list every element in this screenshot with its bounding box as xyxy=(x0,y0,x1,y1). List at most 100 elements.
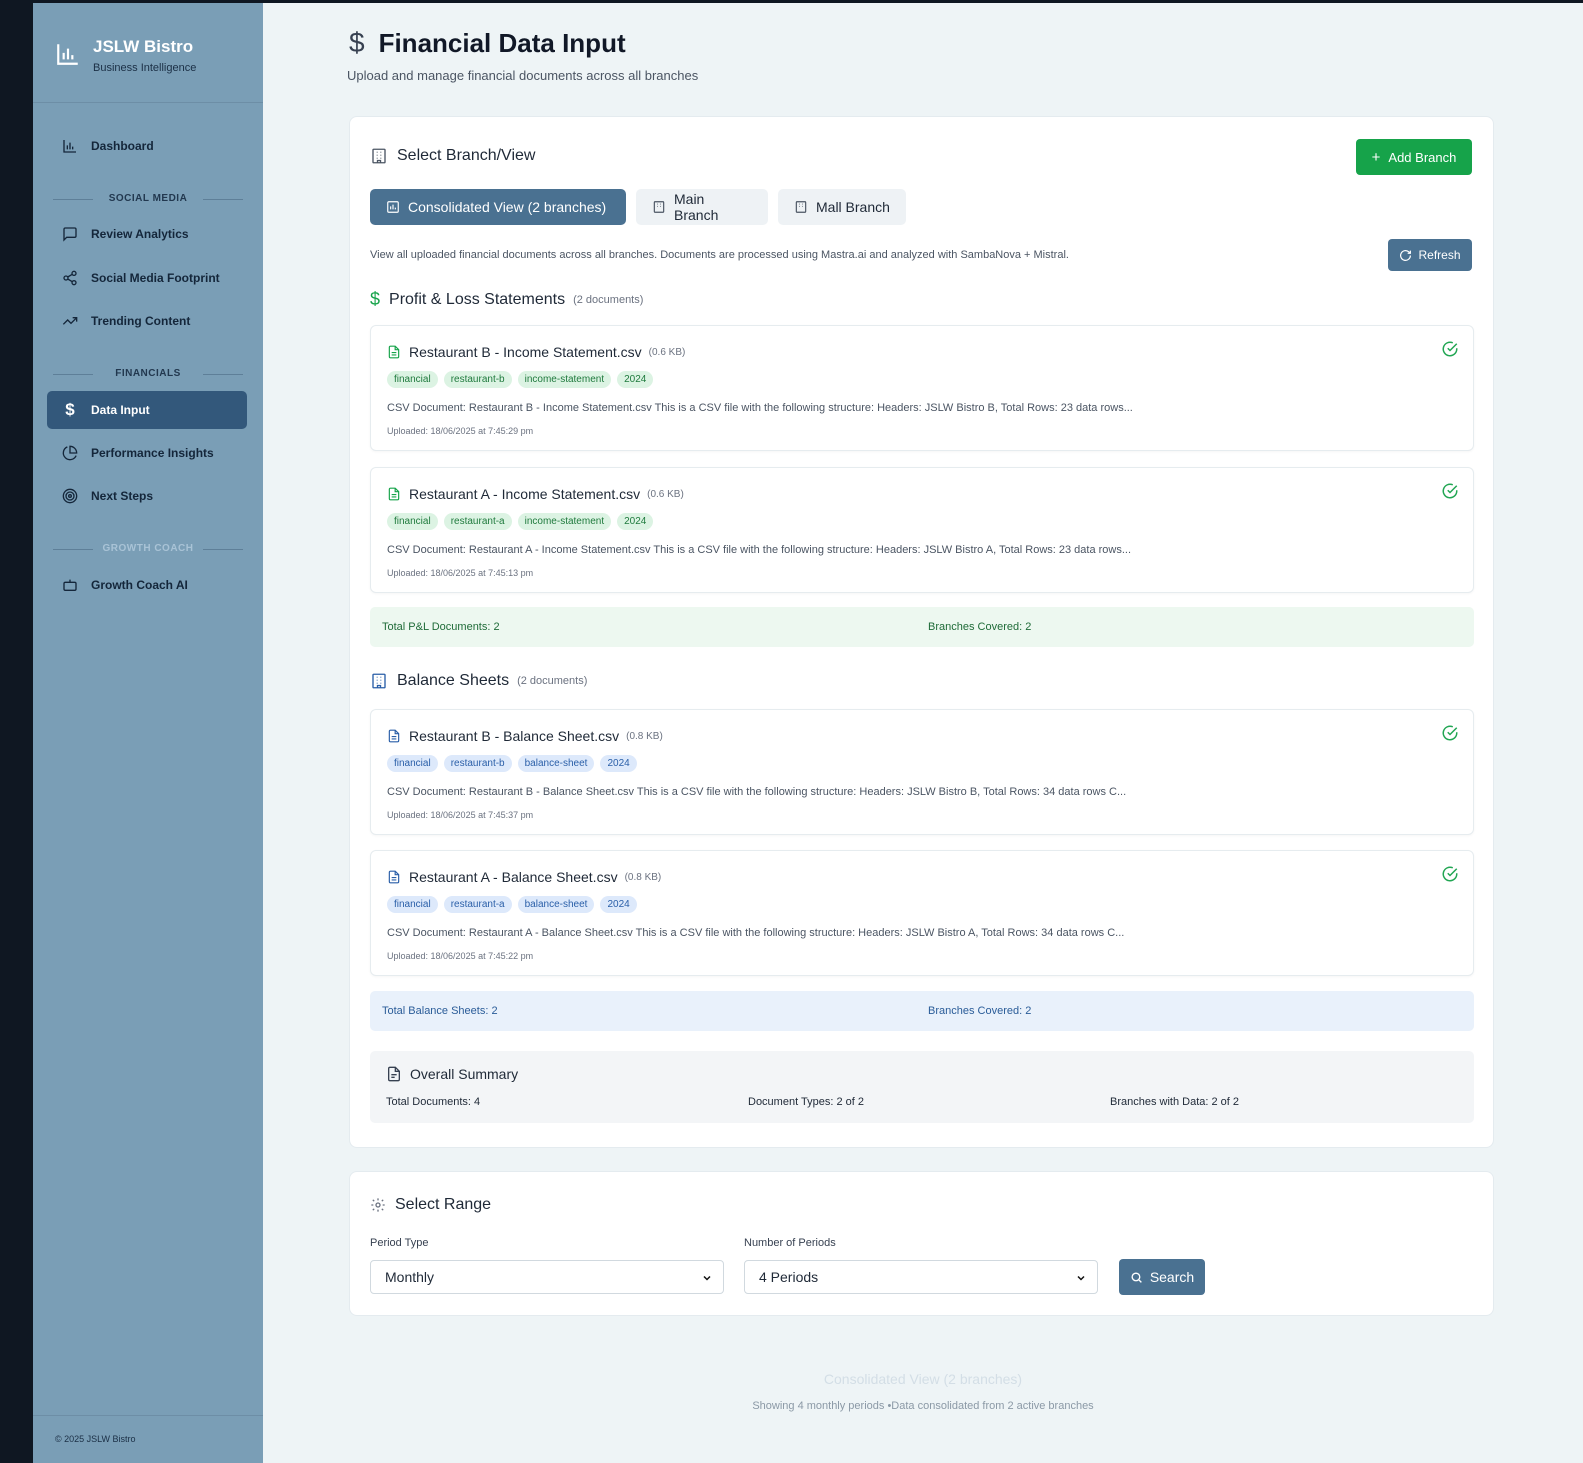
file-icon xyxy=(387,487,401,501)
tag: 2024 xyxy=(617,371,654,388)
tab-label: Main Branch xyxy=(674,191,719,223)
sidebar-item-social-footprint[interactable]: Social Media Footprint xyxy=(47,259,247,297)
pl-summary-bar: Total P&L Documents: 2 Branches Covered:… xyxy=(370,607,1474,647)
document-description: CSV Document: Restaurant A - Income Stat… xyxy=(387,544,1132,556)
bs-heading-text: Balance Sheets xyxy=(397,672,510,689)
brand-title: JSLW Bistro xyxy=(93,37,194,56)
sidebar-item-label: Trending Content xyxy=(91,314,191,328)
bar-chart-square-icon xyxy=(386,200,400,214)
bs-total: Total Balance Sheets: 2 xyxy=(382,1005,498,1017)
document-title: Restaurant A - Income Statement.csv (0.6… xyxy=(387,486,684,502)
message-square-icon xyxy=(61,225,79,243)
file-icon xyxy=(387,345,401,359)
document-upload-date: Uploaded: 18/06/2025 at 7:45:13 pm xyxy=(387,568,534,578)
document-upload-date: Uploaded: 18/06/2025 at 7:45:37 pm xyxy=(387,810,534,820)
add-branch-button[interactable]: + Add Branch xyxy=(1356,139,1472,175)
refresh-icon xyxy=(1399,249,1412,262)
overall-total-docs: Total Documents: 4 xyxy=(386,1096,481,1108)
branch-heading-text: Select Branch/View xyxy=(397,147,536,164)
search-icon xyxy=(1130,1271,1143,1284)
pl-branches: Branches Covered: 2 xyxy=(928,621,1032,633)
document-card[interactable]: Restaurant B - Balance Sheet.csv (0.8 KB… xyxy=(370,709,1474,835)
tag: balance-sheet xyxy=(517,755,595,772)
trending-up-icon xyxy=(61,312,79,330)
overall-summary-heading: Overall Summary xyxy=(386,1066,518,1082)
tab-mall-branch[interactable]: Mall Branch xyxy=(778,189,906,225)
chevron-down-icon xyxy=(701,1271,713,1287)
tab-consolidated-view[interactable]: Consolidated View (2 branches) xyxy=(370,189,626,225)
document-name: Restaurant B - Income Statement.csv xyxy=(409,344,642,360)
tag: income-statement xyxy=(517,513,612,530)
document-title: Restaurant B - Balance Sheet.csv (0.8 KB… xyxy=(387,728,663,744)
chevron-down-icon xyxy=(1075,1271,1087,1287)
file-icon xyxy=(387,870,401,884)
dollar-icon: $ xyxy=(65,400,75,419)
sidebar-item-label: Dashboard xyxy=(91,139,154,153)
document-title: Restaurant A - Balance Sheet.csv (0.8 KB… xyxy=(387,869,661,885)
tag: restaurant-b xyxy=(443,371,512,388)
tag: financial xyxy=(387,755,438,772)
tab-main-branch[interactable]: Main Branch xyxy=(636,189,768,225)
sidebar-item-label: Growth Coach AI xyxy=(91,578,188,592)
sidebar-item-label: Data Input xyxy=(91,403,150,417)
document-title: Restaurant B - Income Statement.csv (0.6… xyxy=(387,344,685,360)
sidebar-item-label: Performance Insights xyxy=(91,446,214,460)
num-periods-label: Number of Periods xyxy=(744,1237,836,1249)
target-icon xyxy=(61,487,79,505)
tag: 2024 xyxy=(600,755,637,772)
sidebar-item-growth-coach[interactable]: Growth Coach AI xyxy=(47,566,247,604)
building-icon xyxy=(794,200,808,214)
footer-description: Showing 4 monthly periods •Data consolid… xyxy=(752,1400,1094,1412)
range-heading-text: Select Range xyxy=(395,1196,492,1213)
num-periods-select[interactable]: 4 Periods xyxy=(744,1260,1098,1294)
document-name: Restaurant B - Balance Sheet.csv xyxy=(409,728,620,744)
sidebar-item-data-input[interactable]: $ Data Input xyxy=(47,391,247,429)
bar-chart-icon xyxy=(57,44,78,65)
sidebar-item-dashboard[interactable]: Dashboard xyxy=(47,127,247,165)
tag: financial xyxy=(387,896,438,913)
check-circle-icon xyxy=(1441,482,1459,505)
dollar-icon: $ xyxy=(370,289,381,309)
bs-branches: Branches Covered: 2 xyxy=(928,1005,1032,1017)
check-circle-icon xyxy=(1441,340,1459,363)
document-name: Restaurant A - Balance Sheet.csv xyxy=(409,869,618,885)
sidebar-item-next-steps[interactable]: Next Steps xyxy=(47,477,247,515)
sidebar-item-review-analytics[interactable]: Review Analytics xyxy=(47,215,247,253)
pl-heading-text: Profit & Loss Statements xyxy=(389,290,566,308)
bot-icon xyxy=(61,576,79,594)
document-name: Restaurant A - Income Statement.csv xyxy=(409,486,641,502)
gear-icon xyxy=(370,1197,386,1213)
pie-chart-icon xyxy=(61,444,79,462)
check-circle-icon xyxy=(1441,865,1459,888)
search-button[interactable]: Search xyxy=(1119,1259,1205,1295)
tag-list: financial restaurant-a balance-sheet 202… xyxy=(387,896,637,913)
refresh-button[interactable]: Refresh xyxy=(1388,239,1472,271)
building-icon xyxy=(652,200,666,214)
main-content: $ Financial Data Input Upload and manage… xyxy=(263,3,1583,1463)
brand-subtitle: Business Intelligence xyxy=(93,62,197,74)
sidebar-item-label: Review Analytics xyxy=(91,227,189,241)
page-subtitle: Upload and manage financial documents ac… xyxy=(347,68,699,83)
overall-summary-title: Overall Summary xyxy=(410,1066,519,1082)
document-description: CSV Document: Restaurant B - Balance She… xyxy=(387,786,1127,798)
period-type-select[interactable]: Monthly xyxy=(370,1260,724,1294)
document-card[interactable]: Restaurant A - Balance Sheet.csv (0.8 KB… xyxy=(370,850,1474,976)
bs-summary-bar: Total Balance Sheets: 2 Branches Covered… xyxy=(370,991,1474,1031)
document-upload-date: Uploaded: 18/06/2025 at 7:45:22 pm xyxy=(387,951,534,961)
check-circle-icon xyxy=(1441,724,1459,747)
bs-doc-count: (2 documents) xyxy=(517,675,588,687)
bs-heading: Balance Sheets (2 documents) xyxy=(370,672,587,690)
document-card[interactable]: Restaurant A - Income Statement.csv (0.6… xyxy=(370,467,1474,593)
refresh-label: Refresh xyxy=(1418,248,1461,262)
sidebar-item-performance-insights[interactable]: Performance Insights xyxy=(47,434,247,472)
page-title-text: Financial Data Input xyxy=(378,27,626,58)
num-periods-value: 4 Periods xyxy=(759,1269,819,1285)
period-type-value: Monthly xyxy=(385,1269,435,1285)
overall-summary: Overall Summary Total Documents: 4 Docum… xyxy=(370,1051,1474,1123)
footer-view-label: Consolidated View (2 branches) xyxy=(823,1371,1023,1387)
section-financials: FINANCIALS xyxy=(53,368,243,379)
document-card[interactable]: Restaurant B - Income Statement.csv (0.6… xyxy=(370,325,1474,451)
sidebar-item-trending-content[interactable]: Trending Content xyxy=(47,302,247,340)
document-size: (0.8 KB) xyxy=(624,871,662,883)
tag-list: financial restaurant-b income-statement … xyxy=(387,371,654,388)
